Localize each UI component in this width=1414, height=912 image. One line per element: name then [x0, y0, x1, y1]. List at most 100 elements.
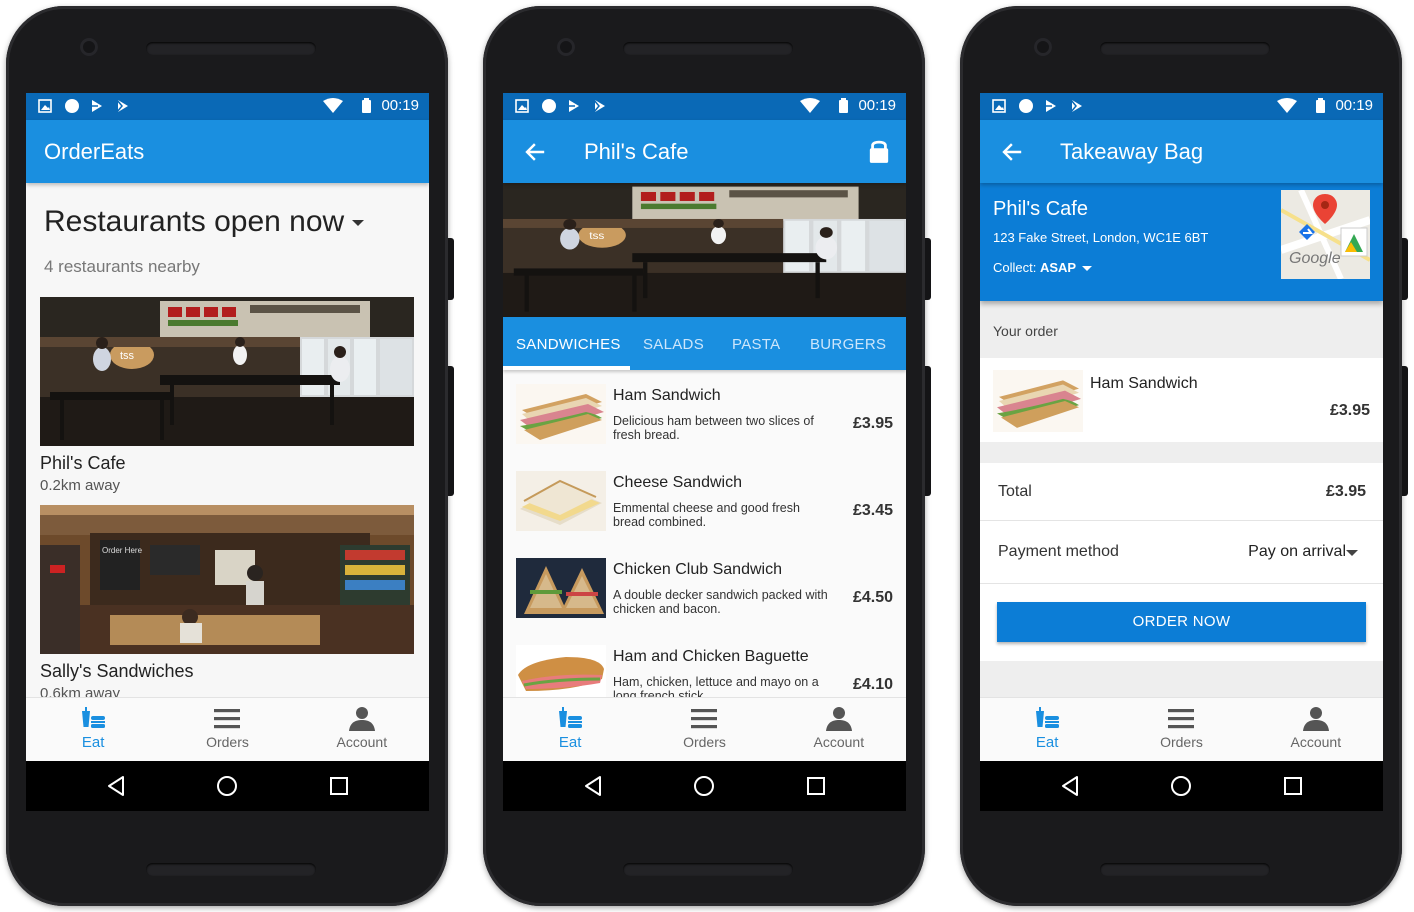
- app-toolbar: Takeaway Bag: [980, 120, 1383, 183]
- home-circle-icon[interactable]: [693, 775, 715, 797]
- front-camera: [80, 38, 98, 56]
- restaurants-filter-dropdown[interactable]: Restaurants open now: [44, 205, 365, 239]
- recents-square-icon[interactable]: [329, 775, 349, 797]
- earpiece-speaker: [146, 42, 316, 55]
- nav-label: Account: [336, 734, 388, 750]
- nav-label: Eat: [1035, 734, 1059, 751]
- menu-item[interactable]: Chicken Club Sandwich A double decker sa…: [503, 544, 906, 632]
- restaurant-name[interactable]: Sally's Sandwiches: [40, 661, 194, 682]
- menu-item-description: Ham, chicken, lettuce and mayo on a long…: [613, 675, 819, 697]
- screen-menu: 00:19 Phil's Cafe SANDWICHES SALADS PAST…: [503, 93, 906, 811]
- map-thumbnail[interactable]: Google: [1281, 190, 1370, 279]
- phils-cafe-photo[interactable]: [40, 297, 414, 446]
- nav-eat[interactable]: Eat: [503, 698, 637, 762]
- front-camera: [557, 38, 575, 56]
- account-icon: [825, 706, 853, 732]
- notification-icons: [38, 98, 148, 114]
- tab-burgers[interactable]: BURGERS: [810, 336, 886, 353]
- restaurant-list: Restaurants open now 4 restaurants nearb…: [26, 183, 429, 697]
- sallys-sandwiches-photo[interactable]: [40, 505, 414, 654]
- nav-orders[interactable]: Orders: [1114, 698, 1248, 762]
- recents-square-icon[interactable]: [806, 775, 826, 797]
- pickup-details: Phil's Cafe 123 Fake Street, London, WC1…: [980, 183, 1383, 301]
- phone-frame-1: 00:19 OrderEats Restaurants open now 4 r…: [6, 6, 454, 906]
- nav-orders[interactable]: Orders: [637, 698, 771, 762]
- bottom-navigation: Eat Orders Account: [503, 697, 906, 762]
- bottom-speaker: [146, 863, 316, 876]
- menu-icon: [213, 706, 241, 732]
- phone-frame-3: 00:19 Takeaway Bag Phil's Cafe 123 Fake …: [960, 6, 1408, 906]
- nav-label: Orders: [1160, 734, 1203, 750]
- status-time: 00:19: [381, 97, 419, 114]
- volume-button: [448, 238, 454, 300]
- order-now-button[interactable]: ORDER NOW: [997, 602, 1366, 642]
- ham-sandwich-photo: [993, 370, 1083, 432]
- system-navigation-bar: [503, 761, 906, 811]
- restaurant-name[interactable]: Phil's Cafe: [40, 453, 125, 474]
- collect-value: ASAP: [1039, 260, 1077, 275]
- wifi-battery-icon: [800, 98, 848, 114]
- active-tab-indicator: [503, 366, 630, 370]
- power-button: [1402, 366, 1408, 496]
- system-navigation-bar: [980, 761, 1383, 811]
- front-camera: [1034, 38, 1052, 56]
- tab-sandwiches[interactable]: SANDWICHES: [516, 336, 621, 353]
- back-arrow-icon[interactable]: [523, 140, 547, 164]
- home-circle-icon[interactable]: [216, 775, 238, 797]
- menu-item-name: Cheese Sandwich: [613, 474, 742, 491]
- back-triangle-icon[interactable]: [1060, 775, 1080, 797]
- nav-label: Orders: [683, 734, 726, 750]
- menu-item[interactable]: Ham and Chicken Baguette Ham, chicken, l…: [503, 631, 906, 697]
- nav-label: Account: [813, 734, 865, 750]
- back-arrow-icon[interactable]: [1000, 140, 1024, 164]
- volume-button: [925, 238, 931, 300]
- status-time: 00:19: [1335, 97, 1373, 114]
- home-circle-icon[interactable]: [1170, 775, 1192, 797]
- back-triangle-icon[interactable]: [583, 775, 603, 797]
- menu-item-price: £3.95: [852, 415, 893, 432]
- checkout-card: Total £3.95 Payment method Pay on arriva…: [980, 463, 1383, 661]
- takeaway-bag-icon[interactable]: [868, 137, 890, 165]
- page-title: Takeaway Bag: [1060, 139, 1204, 164]
- menu-item[interactable]: Ham Sandwich Delicious ham between two s…: [503, 370, 906, 458]
- back-triangle-icon[interactable]: [106, 775, 126, 797]
- nav-account[interactable]: Account: [1249, 698, 1383, 762]
- recents-square-icon[interactable]: [1283, 775, 1303, 797]
- restaurant-distance: 0.6km away: [40, 685, 121, 697]
- payment-method-select[interactable]: Pay on arrival: [1248, 543, 1346, 561]
- map-label: Google: [1289, 250, 1341, 267]
- volume-button: [1402, 238, 1408, 300]
- order-item-name: Ham Sandwich: [1090, 375, 1198, 392]
- total-label: Total: [998, 483, 1032, 500]
- screen-restaurants: 00:19 OrderEats Restaurants open now 4 r…: [26, 93, 429, 811]
- nav-account[interactable]: Account: [295, 698, 429, 762]
- status-bar: 00:19: [503, 93, 906, 120]
- status-bar: 00:19: [980, 93, 1383, 120]
- bottom-navigation: Eat Orders Account: [980, 697, 1383, 762]
- nav-orders[interactable]: Orders: [160, 698, 294, 762]
- phone-frame-2: 00:19 Phil's Cafe SANDWICHES SALADS PAST…: [483, 6, 931, 906]
- wifi-battery-icon: [1277, 98, 1325, 114]
- tab-salads[interactable]: SALADS: [643, 336, 704, 353]
- tab-pasta[interactable]: PASTA: [732, 336, 780, 353]
- payment-method-row[interactable]: Payment method Pay on arrival: [980, 521, 1383, 584]
- collect-label: Collect:: [993, 260, 1037, 275]
- nav-eat[interactable]: Eat: [26, 698, 160, 762]
- menu-item-list: Ham Sandwich Delicious ham between two s…: [503, 370, 906, 697]
- collect-time-dropdown[interactable]: Collect: ASAP: [993, 260, 1093, 275]
- order-line-item[interactable]: Ham Sandwich £3.95: [980, 358, 1383, 442]
- status-bar: 00:19: [26, 93, 429, 120]
- bottom-speaker: [1100, 863, 1270, 876]
- order-item-price: £3.95: [1329, 402, 1370, 419]
- bottom-speaker: [623, 863, 793, 876]
- category-tabs: SANDWICHES SALADS PASTA BURGERS: [503, 317, 906, 370]
- nav-eat[interactable]: Eat: [980, 698, 1114, 762]
- menu-item[interactable]: Cheese Sandwich Emmental cheese and good…: [503, 457, 906, 545]
- total-row: Total £3.95: [980, 463, 1383, 521]
- nav-account[interactable]: Account: [772, 698, 906, 762]
- restaurant-title: Phil's Cafe: [584, 139, 689, 164]
- cafe-name: Phil's Cafe: [993, 198, 1088, 220]
- app-title: OrderEats: [44, 139, 145, 164]
- dropdown-caret-icon: [1082, 266, 1093, 272]
- eat-icon: [1033, 706, 1061, 732]
